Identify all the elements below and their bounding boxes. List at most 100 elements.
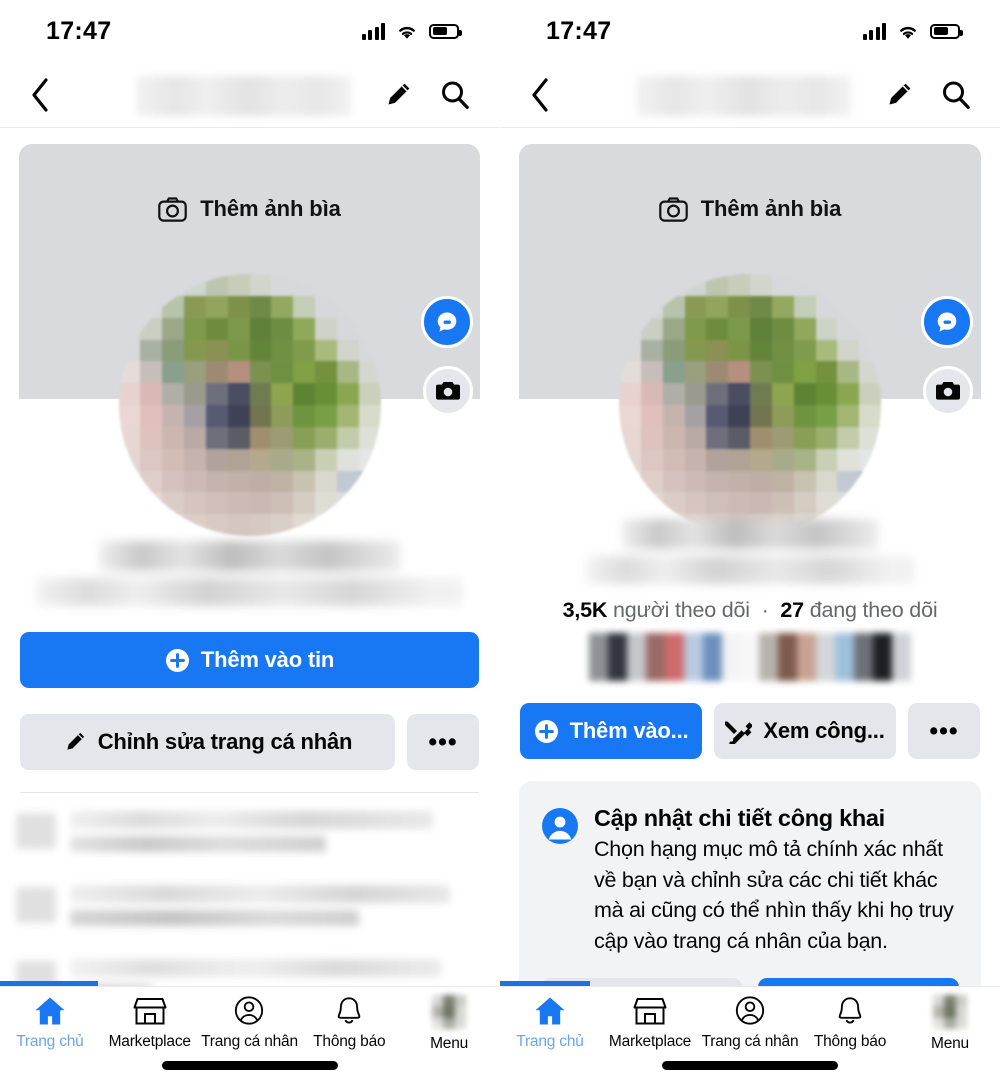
- profile-avatar-wrap: [619, 274, 973, 536]
- back-button[interactable]: [20, 77, 60, 112]
- profile-details-list: [0, 793, 499, 1005]
- card-title: Cập nhật chi tiết công khai: [594, 805, 885, 831]
- profile-stats: 3,5K người theo dõi · 27 đang theo dõi: [500, 598, 1000, 623]
- avatar[interactable]: [619, 274, 881, 536]
- ellipsis-icon: •••: [428, 727, 458, 756]
- tab-profile[interactable]: Trang cá nhân: [200, 995, 300, 1051]
- nav-bar: [0, 62, 499, 128]
- tab-profile-label: Trang cá nhân: [201, 1033, 298, 1050]
- change-avatar-camera-button[interactable]: [422, 366, 473, 416]
- nav-actions: [884, 79, 972, 111]
- profile-name-block: [0, 541, 499, 606]
- search-icon[interactable]: [940, 79, 972, 111]
- cellular-signal-icon: [361, 22, 385, 40]
- back-button[interactable]: [520, 77, 560, 112]
- page-title-redacted: [636, 76, 852, 116]
- tab-home[interactable]: Trang chủ: [500, 995, 600, 1051]
- tab-home[interactable]: Trang chủ: [0, 995, 100, 1051]
- view-tools-label: Xem công...: [763, 718, 885, 743]
- add-cover-photo-label: Thêm ảnh bìa: [200, 196, 341, 221]
- tab-home-label: Trang chủ: [516, 1033, 584, 1050]
- tab-menu[interactable]: Menu: [900, 995, 1000, 1053]
- status-bar: 17:47: [500, 0, 1000, 62]
- page-title-redacted: [136, 76, 352, 116]
- wifi-icon: [897, 23, 919, 40]
- tab-notifications-label: Thông báo: [813, 1033, 887, 1050]
- card-header: Cập nhật chi tiết công khai Chọn hạng mụ…: [541, 805, 959, 956]
- tab-notifications[interactable]: Thông báo: [299, 995, 399, 1051]
- add-to-story-label: Thêm vào tin: [200, 647, 335, 672]
- plus-circle-icon: [165, 648, 190, 673]
- primary-action-row: Thêm vào... Xem công... •••: [500, 703, 1000, 759]
- add-to-story-button[interactable]: Thêm vào tin: [20, 632, 479, 688]
- nav-bar: [500, 62, 1000, 128]
- person-circle-icon: [735, 996, 765, 1025]
- avatar-badge-icon[interactable]: [420, 296, 473, 348]
- tab-menu-label: Menu: [931, 1035, 969, 1052]
- cover-photo-area[interactable]: Thêm ảnh bìa: [519, 144, 981, 536]
- profile-avatar-icon: [933, 995, 967, 1029]
- tab-profile[interactable]: Trang cá nhân: [700, 995, 800, 1051]
- view-tools-button[interactable]: Xem công...: [714, 703, 896, 759]
- more-options-button[interactable]: •••: [908, 703, 980, 759]
- add-cover-photo-button[interactable]: Thêm ảnh bìa: [19, 196, 480, 222]
- avatar[interactable]: [118, 274, 381, 536]
- screen-right: 17:47 Thêm ảnh bìa 3,5K người theo dõi ·…: [500, 0, 1000, 1082]
- change-avatar-camera-button[interactable]: [923, 366, 973, 416]
- home-indicator: [161, 1061, 338, 1070]
- following-label: đang theo dõi: [809, 598, 938, 622]
- tab-marketplace-label: Marketplace: [608, 1033, 692, 1050]
- add-to-story-button[interactable]: Thêm vào...: [520, 703, 702, 759]
- profile-avatar-icon: [432, 995, 467, 1029]
- status-time: 17:47: [546, 16, 612, 45]
- avatar-badge-icon[interactable]: [921, 296, 973, 348]
- home-icon: [535, 997, 565, 1025]
- edit-profile-button[interactable]: Chỉnh sửa trang cá nhân: [20, 714, 395, 770]
- tab-menu[interactable]: Menu: [399, 995, 499, 1053]
- primary-action-row: Thêm vào tin: [0, 632, 499, 688]
- wifi-icon: [396, 23, 418, 40]
- secondary-action-row: Chỉnh sửa trang cá nhân •••: [0, 714, 499, 770]
- tab-notifications-label: Thông báo: [313, 1033, 386, 1050]
- more-options-button[interactable]: •••: [407, 714, 479, 770]
- add-cover-photo-label: Thêm ảnh bìa: [700, 196, 842, 221]
- screenshot-pair: 17:47 Thêm ảnh bìa Thêm vào tin Chỉnh sử…: [0, 0, 1000, 1082]
- tab-marketplace[interactable]: Marketplace: [100, 995, 200, 1051]
- screen-left: 17:47 Thêm ảnh bìa Thêm vào tin Chỉnh sử…: [0, 0, 500, 1082]
- status-time: 17:47: [46, 16, 112, 45]
- profile-name-block: [500, 519, 1000, 584]
- profile-bio-redacted: [35, 578, 464, 606]
- profile-name-redacted: [99, 541, 400, 571]
- friends-avatars-strip[interactable]: [589, 633, 911, 681]
- home-icon: [35, 997, 65, 1025]
- bell-icon: [337, 997, 361, 1024]
- search-icon[interactable]: [439, 79, 471, 111]
- add-cover-photo-button[interactable]: Thêm ảnh bìa: [519, 196, 981, 222]
- pencil-icon: [63, 730, 87, 754]
- card-body: Chọn hạng mục mô tả chính xác nhất về bạ…: [594, 837, 954, 953]
- tab-marketplace-label: Marketplace: [108, 1033, 191, 1050]
- tools-icon: [725, 719, 753, 744]
- pencil-icon[interactable]: [383, 80, 413, 110]
- list-item[interactable]: [16, 879, 483, 931]
- bell-icon: [838, 997, 862, 1024]
- pencil-icon[interactable]: [884, 80, 914, 110]
- status-indicators: [361, 22, 462, 40]
- person-circle-icon: [235, 996, 264, 1025]
- tab-notifications[interactable]: Thông báo: [800, 995, 900, 1051]
- home-indicator: [662, 1061, 838, 1070]
- battery-icon: [930, 23, 963, 39]
- status-indicators: [862, 22, 963, 40]
- followers-label: người theo dõi: [612, 598, 750, 622]
- list-item[interactable]: [16, 805, 483, 857]
- profile-avatar-wrap: [118, 274, 473, 536]
- stats-separator: ·: [761, 598, 769, 622]
- battery-icon: [429, 23, 462, 39]
- cover-photo-area[interactable]: Thêm ảnh bìa: [19, 144, 480, 536]
- nav-actions: [383, 79, 471, 111]
- camera-icon: [158, 196, 187, 222]
- tab-home-label: Trang chủ: [16, 1033, 84, 1050]
- ellipsis-icon: •••: [929, 716, 959, 745]
- tab-marketplace[interactable]: Marketplace: [600, 995, 700, 1051]
- plus-circle-icon: [534, 719, 559, 744]
